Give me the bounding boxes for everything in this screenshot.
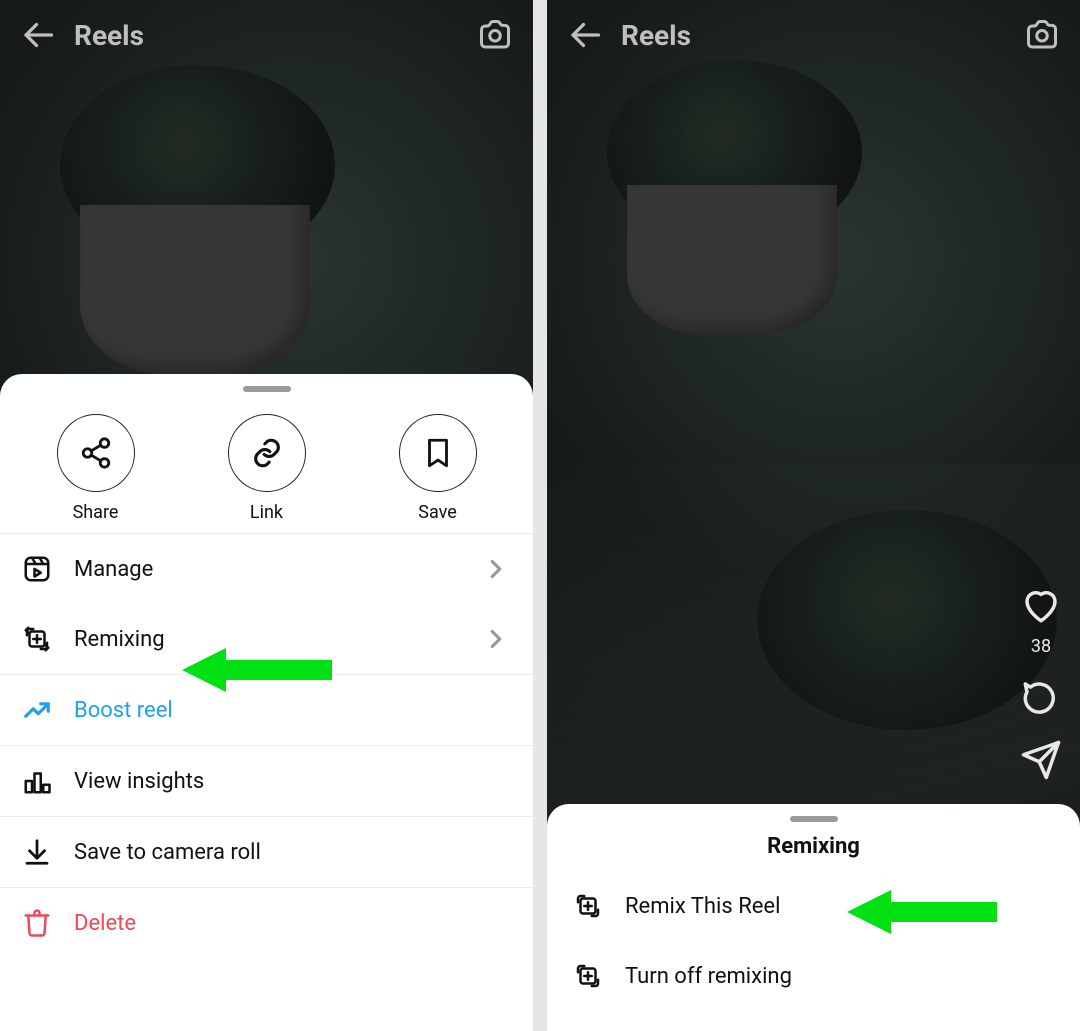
phone-right: Reels 38 Remixing <box>547 0 1080 1031</box>
manage-icon <box>22 554 52 584</box>
header-title: Reels <box>621 19 1024 52</box>
link-button[interactable]: Link <box>207 414 327 523</box>
back-icon[interactable] <box>20 17 56 53</box>
chevron-right-icon <box>481 624 511 654</box>
save-icon <box>421 436 455 470</box>
manage-row[interactable]: Manage <box>0 534 533 604</box>
reel-action-rail: 38 <box>1020 584 1062 781</box>
view-insights-row[interactable]: View insights <box>0 746 533 816</box>
share-button[interactable]: Share <box>36 414 156 523</box>
paper-plane-icon <box>1020 739 1062 781</box>
remix-icon <box>573 891 603 921</box>
link-icon <box>250 436 284 470</box>
remix-icon <box>573 961 603 991</box>
download-icon <box>22 837 52 867</box>
reels-header: Reels <box>0 0 533 70</box>
options-sheet: Share Link Save Manage <box>0 374 533 1031</box>
boost-reel-label: Boost reel <box>74 698 511 723</box>
trash-icon <box>22 908 52 938</box>
manage-label: Manage <box>74 557 459 582</box>
camera-icon[interactable] <box>1024 17 1060 53</box>
like-count: 38 <box>1031 636 1051 657</box>
chevron-right-icon <box>481 554 511 584</box>
remixing-sheet: Remixing Remix This Reel Turn off remixi… <box>547 804 1080 1031</box>
view-insights-label: View insights <box>74 769 511 794</box>
sheet-title: Remixing <box>547 826 1080 871</box>
annotation-arrow-left <box>182 640 332 700</box>
back-icon[interactable] <box>567 17 603 53</box>
delete-label: Delete <box>74 911 511 936</box>
sheet-actions-row: Share Link Save <box>0 396 533 533</box>
header-title: Reels <box>74 19 477 52</box>
trend-up-icon <box>22 695 52 725</box>
link-label: Link <box>250 502 283 523</box>
turn-off-remixing-label: Turn off remixing <box>625 964 1054 989</box>
sheet-grabber[interactable] <box>243 386 291 392</box>
remix-this-reel-row[interactable]: Remix This Reel <box>547 871 1080 941</box>
insights-icon <box>22 766 52 796</box>
save-label: Save <box>418 502 457 523</box>
save-button[interactable]: Save <box>378 414 498 523</box>
delete-row[interactable]: Delete <box>0 888 533 958</box>
save-to-camera-roll-row[interactable]: Save to camera roll <box>0 817 533 887</box>
sheet-grabber[interactable] <box>790 816 838 822</box>
share-label: Share <box>73 502 119 523</box>
camera-icon[interactable] <box>477 17 513 53</box>
heart-icon <box>1020 584 1062 626</box>
like-button[interactable] <box>1020 584 1062 626</box>
share-button[interactable] <box>1020 739 1062 781</box>
save-to-camera-roll-label: Save to camera roll <box>74 840 511 865</box>
annotation-arrow-right <box>847 882 997 942</box>
share-icon <box>79 436 113 470</box>
screenshot-divider <box>533 0 547 1031</box>
remix-icon <box>22 624 52 654</box>
phone-left: Reels Share Link Save <box>0 0 533 1031</box>
comment-button[interactable] <box>1020 677 1062 719</box>
reels-header: Reels <box>547 0 1080 70</box>
comment-icon <box>1020 677 1062 719</box>
turn-off-remixing-row[interactable]: Turn off remixing <box>547 941 1080 1011</box>
